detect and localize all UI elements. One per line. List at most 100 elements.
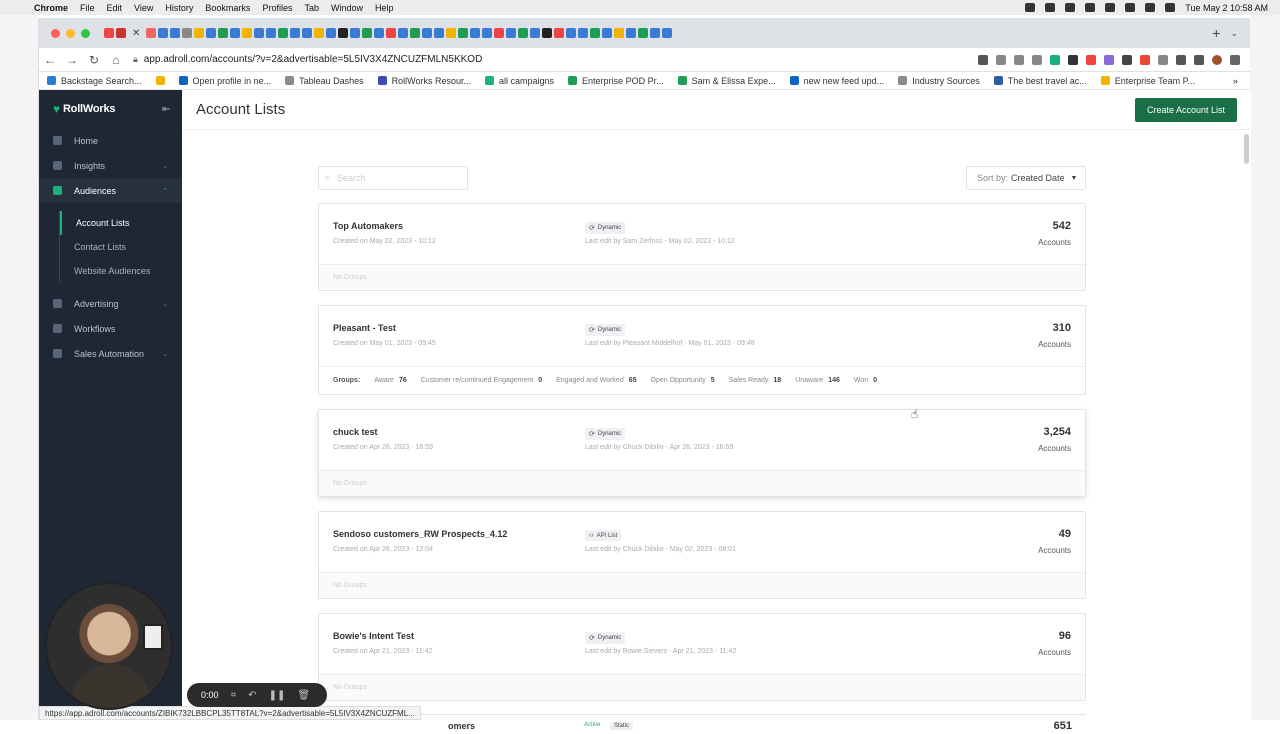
bookmark-item[interactable]: Backstage Search... bbox=[47, 76, 142, 86]
undo-icon[interactable]: ↶ bbox=[248, 690, 256, 701]
tab-favicon-icon[interactable] bbox=[494, 28, 505, 38]
account-list-card[interactable]: Bowie's Intent Test Created on Apr 21, 2… bbox=[318, 613, 1086, 701]
tab-favicon-icon[interactable] bbox=[446, 28, 457, 38]
search-icon[interactable] bbox=[1165, 3, 1176, 12]
group-chip[interactable]: Won 0 bbox=[854, 377, 877, 384]
group-chip[interactable]: Engaged and Worked 65 bbox=[556, 377, 636, 384]
star-icon[interactable] bbox=[1032, 54, 1042, 65]
sort-dropdown[interactable]: Sort by: Created Date ▼ bbox=[966, 166, 1086, 190]
account-list-card[interactable]: Sendoso customers_RW Prospects_4.12 Crea… bbox=[318, 511, 1086, 599]
sidepanel-icon[interactable] bbox=[1194, 54, 1204, 65]
wifi-icon[interactable] bbox=[1145, 3, 1156, 12]
more-bookmarks-icon[interactable]: » bbox=[1233, 76, 1238, 86]
bookmark-item[interactable]: new new feed upd... bbox=[789, 76, 884, 86]
tab-favicon-icon[interactable] bbox=[242, 28, 253, 38]
account-list-card[interactable]: Pleasant - Test Created on May 01, 2023 … bbox=[318, 305, 1086, 395]
tab-favicon-icon[interactable] bbox=[398, 28, 409, 38]
sidebar-item-home[interactable]: Home bbox=[39, 128, 182, 153]
mic-icon[interactable] bbox=[1025, 3, 1036, 12]
tab-favicon-icon[interactable] bbox=[578, 28, 589, 38]
group-chip[interactable]: Unaware 146 bbox=[795, 377, 840, 384]
sidebar-subitem-website-audiences[interactable]: Website Audiences bbox=[60, 259, 182, 283]
kebab-menu-icon[interactable] bbox=[1230, 54, 1240, 65]
tab-favicon-icon[interactable] bbox=[386, 28, 397, 38]
tab-favicon-icon[interactable] bbox=[458, 28, 469, 38]
tab-favicon-icon[interactable] bbox=[350, 28, 361, 38]
account-list-card-partial[interactable]: omers Active Static 651 bbox=[318, 714, 1086, 734]
tab-favicon-icon[interactable] bbox=[614, 28, 625, 38]
tab-favicon-icon[interactable] bbox=[434, 28, 445, 38]
close-tab-icon[interactable]: ✕ bbox=[132, 28, 140, 39]
tab-favicon-icon[interactable] bbox=[422, 28, 433, 38]
tab-favicon-icon[interactable] bbox=[530, 28, 541, 38]
menubar-clock[interactable]: Tue May 2 10:58 AM bbox=[1185, 3, 1268, 13]
tab-favicon-icon[interactable] bbox=[638, 28, 649, 38]
back-icon[interactable]: ← bbox=[39, 53, 61, 67]
zoom-window-icon[interactable] bbox=[81, 28, 90, 38]
tab-favicon-icon[interactable] bbox=[116, 28, 126, 38]
tab-favicon-icon[interactable] bbox=[374, 28, 385, 38]
tab-favicon-icon[interactable] bbox=[662, 28, 673, 38]
sidebar-subitem-contact-lists[interactable]: Contact Lists bbox=[60, 235, 182, 259]
reload-icon[interactable]: ↻ bbox=[83, 53, 105, 67]
tab-favicon-icon[interactable] bbox=[650, 28, 661, 38]
bookmark-item[interactable]: Sam & Elissa Expe... bbox=[677, 76, 776, 86]
tab-favicon-icon[interactable] bbox=[602, 28, 613, 38]
menu-view[interactable]: View bbox=[134, 3, 153, 13]
sidebar-item-audiences[interactable]: Audiences ⌃ bbox=[39, 178, 182, 203]
menu-history[interactable]: History bbox=[165, 3, 193, 13]
tab-favicon-icon[interactable] bbox=[158, 28, 169, 38]
bookmark-item[interactable]: Industry Sources bbox=[898, 76, 980, 86]
tab-favicon-icon[interactable] bbox=[506, 28, 517, 38]
bookmark-item[interactable] bbox=[155, 76, 165, 85]
sidebar-item-advertising[interactable]: Advertising ⌄ bbox=[39, 291, 182, 316]
tab-favicon-icon[interactable] bbox=[470, 28, 481, 38]
bookmark-item[interactable]: Enterprise Team P... bbox=[1100, 76, 1195, 86]
tab-favicon-icon[interactable] bbox=[626, 28, 637, 38]
menu-file[interactable]: File bbox=[80, 3, 95, 13]
group-chip[interactable]: Open Opportunity 5 bbox=[651, 377, 715, 384]
rollworks-logo[interactable]: ♥︎ RollWorks ⇤ bbox=[39, 90, 182, 128]
extension-icon[interactable] bbox=[1158, 54, 1168, 65]
menu-profiles[interactable]: Profiles bbox=[262, 3, 292, 13]
sidebar-item-workflows[interactable]: Workflows bbox=[39, 316, 182, 341]
list-name[interactable]: Top Automakers bbox=[333, 221, 403, 231]
tab-favicon-icon[interactable] bbox=[590, 28, 601, 38]
sidebar-item-sales-automation[interactable]: Sales Automation ⌄ bbox=[39, 341, 182, 366]
camera-icon[interactable] bbox=[978, 54, 988, 65]
extension-icon[interactable] bbox=[1086, 54, 1096, 65]
create-account-list-button[interactable]: Create Account List bbox=[1134, 97, 1237, 122]
tab-favicon-icon[interactable] bbox=[170, 28, 181, 38]
group-chip[interactable]: Customer re/continued Engagement 0 bbox=[421, 377, 542, 384]
home-icon[interactable]: ⌂ bbox=[105, 53, 127, 67]
account-list-card[interactable]: chuck test Created on Apr 26, 2023 - 16:… bbox=[318, 409, 1086, 497]
tab-favicon-icon[interactable] bbox=[206, 28, 217, 38]
tab-favicon-icon[interactable] bbox=[314, 28, 325, 38]
tab-favicon-icon[interactable] bbox=[218, 28, 229, 38]
tab-favicon-icon[interactable] bbox=[194, 28, 205, 38]
bookmark-item[interactable]: RollWorks Resour... bbox=[377, 76, 471, 86]
tab-favicon-icon[interactable] bbox=[182, 28, 193, 38]
group-chip[interactable]: Sales Ready 18 bbox=[729, 377, 782, 384]
menu-chrome[interactable]: Chrome bbox=[34, 3, 68, 13]
list-name[interactable]: Bowie's Intent Test bbox=[333, 631, 414, 641]
bookmark-item[interactable]: all campaigns bbox=[485, 76, 554, 86]
status-app-icon[interactable] bbox=[1065, 3, 1076, 12]
tab-favicon-icon[interactable] bbox=[302, 28, 313, 38]
menu-window[interactable]: Window bbox=[331, 3, 363, 13]
sidebar-item-insights[interactable]: Insights ⌄ bbox=[39, 153, 182, 178]
tab-favicon-icon[interactable] bbox=[518, 28, 529, 38]
new-tab-icon[interactable]: + bbox=[1212, 25, 1220, 41]
status-app-icon[interactable] bbox=[1045, 3, 1056, 12]
extension-icon[interactable] bbox=[1068, 54, 1078, 65]
lock-icon[interactable]: 🔒︎ bbox=[133, 54, 138, 65]
status-app-icon[interactable] bbox=[1085, 3, 1096, 12]
extension-icon[interactable] bbox=[1140, 54, 1150, 65]
menu-bookmarks[interactable]: Bookmarks bbox=[205, 3, 250, 13]
tab-favicon-icon[interactable] bbox=[554, 28, 565, 38]
close-window-icon[interactable] bbox=[51, 28, 60, 38]
menu-help[interactable]: Help bbox=[375, 3, 394, 13]
grid-icon[interactable]: ⌗ bbox=[231, 690, 237, 701]
tab-favicon-icon[interactable] bbox=[362, 28, 373, 38]
bookmark-item[interactable]: Open profile in ne... bbox=[178, 76, 271, 86]
